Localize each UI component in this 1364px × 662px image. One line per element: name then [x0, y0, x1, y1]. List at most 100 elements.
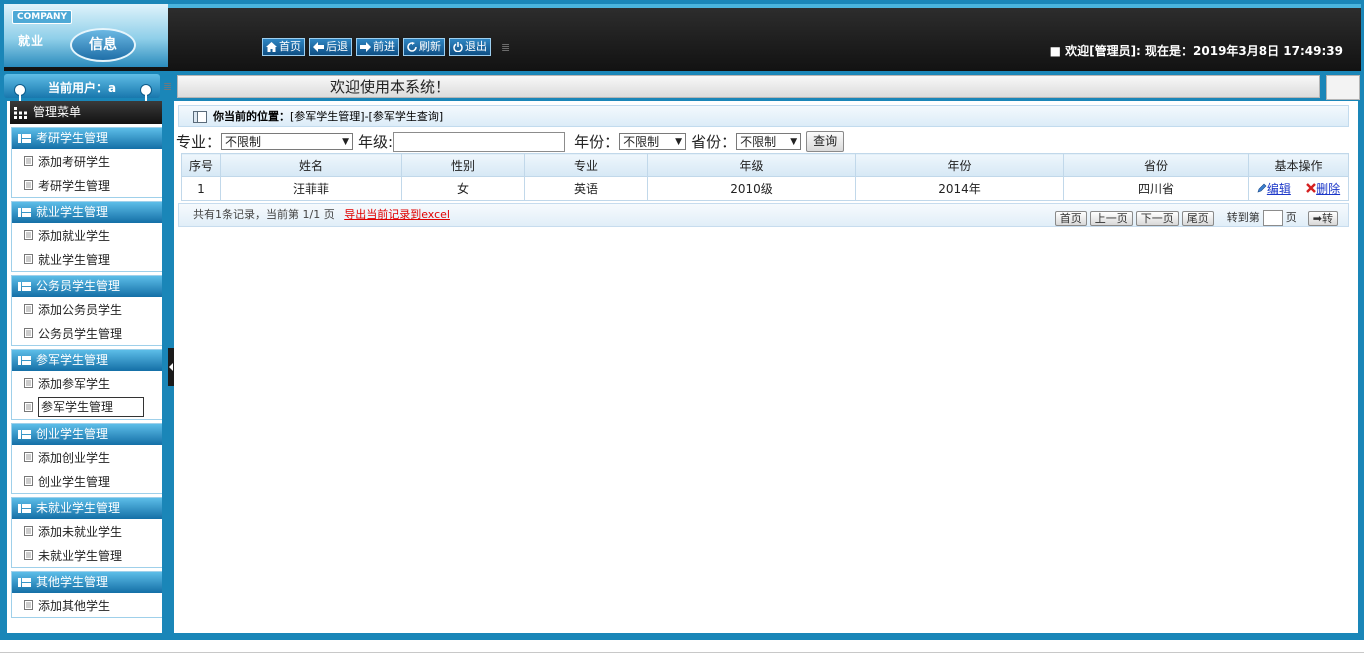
page-icon	[24, 378, 33, 388]
sidebar-item-manage-kaoyan[interactable]: 考研学生管理	[12, 173, 162, 197]
sidebar-item-label: 参军学生管理	[38, 397, 144, 417]
welcome-title-bar: 欢迎使用本系统！	[177, 75, 1320, 98]
column-header: 性别	[401, 153, 525, 177]
sidebar-item-add-kaoyan[interactable]: 添加考研学生	[12, 149, 162, 173]
page-icon	[24, 476, 33, 486]
menu-title-label: 管理菜单	[33, 105, 82, 119]
sidebar-item-label: 添加参军学生	[38, 376, 111, 391]
group-chuangye: 创业学生管理 添加创业学生 创业学生管理	[11, 423, 162, 494]
group-title: 考研学生管理	[36, 131, 109, 145]
group-header-weijiuye[interactable]: 未就业学生管理	[12, 498, 162, 519]
column-header: 专业	[524, 153, 648, 177]
logo-oval: 信息	[70, 28, 136, 62]
company-badge: COMPANY	[12, 10, 72, 24]
group-title: 未就业学生管理	[36, 501, 121, 515]
list-icon	[18, 134, 31, 143]
logout-button[interactable]: 退出	[449, 38, 491, 56]
prev-page-button[interactable]: 上一页	[1089, 210, 1133, 226]
group-header-kaoyan[interactable]: 考研学生管理	[12, 128, 162, 149]
sidebar-item-label: 添加就业学生	[38, 228, 111, 243]
goto-label: 转到第	[1226, 211, 1260, 224]
export-excel-link[interactable]: 导出当前记录到excel	[344, 208, 450, 221]
sidebar-item-label: 就业学生管理	[38, 252, 111, 267]
sidebar-item-add-chuangye[interactable]: 添加创业学生	[12, 445, 162, 469]
cell-gender: 女	[401, 176, 525, 201]
column-header: 基本操作	[1248, 153, 1349, 177]
grid-menu-icon	[14, 106, 27, 119]
sidebar-item-add-canjun[interactable]: 添加参军学生	[12, 371, 162, 395]
group-jiuye: 就业学生管理 添加就业学生 就业学生管理	[11, 201, 162, 272]
pager-info: 共有1条记录，当前第 1/1 页 导出当前记录到excel	[193, 204, 450, 226]
list-icon	[18, 578, 31, 587]
home-button[interactable]: 首页	[262, 38, 305, 56]
province-select[interactable]: 不限制 ▼	[736, 133, 802, 150]
column-header: 姓名	[220, 153, 402, 177]
breadcrumb-prefix: 你当前的位置：	[213, 110, 290, 123]
refresh-label: 刷新	[419, 40, 441, 53]
page-icon	[24, 402, 33, 412]
current-user-label: 当前用户：a	[47, 81, 117, 95]
sidebar-item-add-jiuye[interactable]: 添加就业学生	[12, 223, 162, 247]
group-title: 公务员学生管理	[36, 279, 121, 293]
column-header: 年级	[647, 153, 856, 177]
sidebar-item-label: 添加未就业学生	[38, 524, 123, 539]
pager-bar: 共有1条记录，当前第 1/1 页 导出当前记录到excel 首页 上一页 下一页…	[178, 203, 1349, 227]
go-button[interactable]: ➡转	[1307, 210, 1338, 226]
group-header-qita[interactable]: 其他学生管理	[12, 572, 162, 593]
grade-input[interactable]	[393, 131, 566, 152]
page-icon	[24, 254, 33, 264]
sidebar: 管理菜单 考研学生管理 添加考研学生 考研学生管理 就业学生管理 添加就业学生 …	[7, 101, 162, 633]
group-header-canjun[interactable]: 参军学生管理	[12, 350, 162, 371]
dropdown-arrow-icon: ▼	[790, 136, 798, 147]
year-select[interactable]: 不限制 ▼	[619, 133, 687, 150]
sidebar-item-manage-weijiuye[interactable]: 未就业学生管理	[12, 543, 162, 567]
refresh-button[interactable]: 刷新	[403, 38, 445, 56]
edit-link[interactable]: 编辑	[1267, 182, 1291, 196]
group-title: 就业学生管理	[36, 205, 109, 219]
cell-year: 2014年	[855, 176, 1064, 201]
sidebar-item-manage-chuangye[interactable]: 创业学生管理	[12, 469, 162, 493]
query-button[interactable]: 查询	[806, 131, 845, 152]
current-user-bar: 当前用户：a	[4, 74, 160, 103]
forward-button[interactable]: 前进	[356, 38, 399, 56]
power-icon	[453, 42, 463, 52]
main-content: 你当前的位置：[参军学生管理]-[参军学生查询] 专业： 不限制 ▼ 年级: 年…	[174, 101, 1358, 633]
header-bar	[4, 4, 1361, 71]
cell-index: 1	[181, 176, 221, 201]
list-icon	[18, 282, 31, 291]
group-header-jiuye[interactable]: 就业学生管理	[12, 202, 162, 223]
welcome-text: ■ 欢迎[管理员]: 现在是：2019年3月8日 17:49:39	[1049, 44, 1343, 58]
cell-actions: 编辑 删除	[1248, 176, 1349, 201]
cell-major: 英语	[524, 176, 648, 201]
list-icon	[18, 430, 31, 439]
group-header-gongwuyuan[interactable]: 公务员学生管理	[12, 276, 162, 297]
delete-link[interactable]: 删除	[1316, 182, 1340, 196]
group-kaoyan: 考研学生管理 添加考研学生 考研学生管理	[11, 127, 162, 198]
titlebar-end-cap	[1326, 75, 1360, 100]
page-number-input[interactable]	[1262, 210, 1283, 226]
group-weijiuye: 未就业学生管理 添加未就业学生 未就业学生管理	[11, 497, 162, 568]
group-header-chuangye[interactable]: 创业学生管理	[12, 424, 162, 445]
first-page-button[interactable]: 首页	[1054, 210, 1087, 226]
group-title: 创业学生管理	[36, 427, 109, 441]
page-unit-label: 页	[1285, 211, 1297, 224]
sidebar-item-manage-canjun[interactable]: 参军学生管理	[12, 395, 162, 419]
sidebar-item-add-gongwuyuan[interactable]: 添加公务员学生	[12, 297, 162, 321]
sidebar-item-manage-jiuye[interactable]: 就业学生管理	[12, 247, 162, 271]
back-button[interactable]: 后退	[309, 38, 352, 56]
sidebar-item-manage-gongwuyuan[interactable]: 公务员学生管理	[12, 321, 162, 345]
results-table: 序号 姓名 性别 专业 年级 年份 省份 基本操作 1 汪菲菲 女 英语 201…	[181, 153, 1349, 201]
major-label: 专业：	[176, 133, 222, 151]
last-page-button[interactable]: 尾页	[1181, 210, 1214, 226]
sidebar-item-add-qita[interactable]: 添加其他学生	[12, 593, 162, 617]
toolbar-grip-icon: ≣	[501, 40, 511, 54]
dropdown-arrow-icon: ▼	[675, 136, 683, 147]
menu-title: 管理菜单	[10, 101, 162, 124]
arrow-right-icon	[360, 42, 371, 52]
next-page-button[interactable]: 下一页	[1135, 210, 1179, 226]
sidebar-item-add-weijiuye[interactable]: 添加未就业学生	[12, 519, 162, 543]
logout-label: 退出	[465, 40, 487, 53]
toolbar: 首页 后退 前进 刷新 退出 ≣	[262, 38, 510, 56]
back-label: 后退	[326, 40, 348, 53]
major-select[interactable]: 不限制 ▼	[221, 133, 354, 150]
